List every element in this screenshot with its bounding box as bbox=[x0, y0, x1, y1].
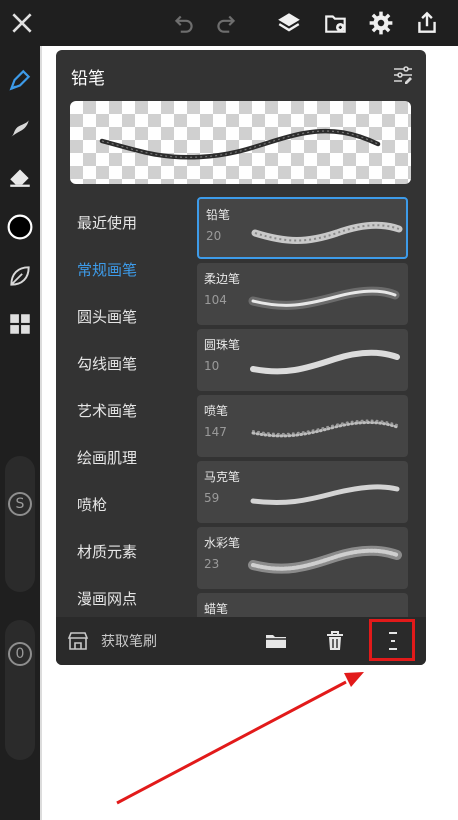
brush-item[interactable]: 圆珠笔 10 bbox=[197, 329, 408, 391]
brush-stroke-preview bbox=[251, 221, 403, 244]
category-screentone[interactable]: 漫画网点 bbox=[77, 588, 137, 609]
brush-item[interactable]: 马克笔 59 bbox=[197, 461, 408, 523]
eraser-icon[interactable] bbox=[4, 160, 36, 192]
annotation-highlight-box bbox=[369, 619, 415, 661]
canvas-edge bbox=[40, 46, 42, 820]
brush-pen-icon[interactable] bbox=[4, 64, 36, 96]
share-icon[interactable] bbox=[411, 7, 443, 39]
brush-size-slider[interactable]: S bbox=[5, 456, 35, 592]
left-toolbar: S 0 bbox=[0, 46, 40, 820]
brush-list: 铅笔 20 柔边笔 104 圆珠笔 10 喷笔 147 马克笔 59 水彩笔 2… bbox=[195, 195, 411, 617]
leaf-icon[interactable] bbox=[4, 260, 36, 292]
brush-item[interactable]: 喷笔 147 bbox=[197, 395, 408, 457]
panel-title: 铅笔 bbox=[71, 69, 105, 89]
get-brush-button[interactable]: 获取笔刷 bbox=[101, 631, 157, 651]
store-icon[interactable] bbox=[66, 629, 90, 653]
top-toolbar bbox=[0, 0, 458, 46]
size-badge: S bbox=[8, 492, 32, 516]
brush-stroke-preview bbox=[248, 286, 400, 310]
brush-stroke-preview bbox=[248, 545, 402, 574]
folder-icon[interactable] bbox=[262, 627, 290, 655]
category-list: 最近使用 常规画笔 圆头画笔 勾线画笔 艺术画笔 绘画肌理 喷枪 材质元素 漫画… bbox=[56, 196, 192, 616]
brush-stroke-preview bbox=[250, 484, 400, 506]
brush-size: 147 bbox=[204, 425, 227, 439]
brush-preview bbox=[70, 101, 411, 184]
brush-item[interactable]: 柔边笔 104 bbox=[197, 263, 408, 325]
color-swatch-icon[interactable] bbox=[4, 211, 36, 243]
brush-item[interactable]: 蜡笔 bbox=[197, 593, 408, 617]
brush-name: 喷笔 bbox=[204, 404, 229, 418]
import-icon[interactable] bbox=[320, 7, 352, 39]
trash-icon[interactable] bbox=[321, 627, 349, 655]
category-round[interactable]: 圆头画笔 bbox=[77, 306, 137, 327]
brush-size: 59 bbox=[204, 491, 220, 505]
category-recent[interactable]: 最近使用 bbox=[77, 212, 137, 233]
settings-gear-icon[interactable] bbox=[365, 7, 397, 39]
category-texture[interactable]: 绘画肌理 bbox=[77, 447, 137, 468]
brush-size: 10 bbox=[204, 359, 220, 373]
redo-icon[interactable] bbox=[210, 7, 242, 39]
category-regular[interactable]: 常规画笔 bbox=[77, 259, 137, 280]
layers-icon[interactable] bbox=[273, 7, 305, 39]
close-icon[interactable] bbox=[6, 7, 38, 39]
brush-item[interactable]: 铅笔 20 bbox=[197, 197, 408, 259]
opacity-badge: 0 bbox=[8, 642, 32, 666]
category-airbrush[interactable]: 喷枪 bbox=[77, 494, 107, 515]
brush-name: 铅笔 bbox=[206, 208, 231, 222]
category-lineart[interactable]: 勾线画笔 bbox=[77, 353, 137, 374]
brush-panel: 铅笔 最近使用 常规画笔 圆头画笔 勾线画笔 艺术画笔 绘画肌理 喷枪 材质元素… bbox=[56, 50, 426, 665]
undo-icon[interactable] bbox=[168, 7, 200, 39]
brush-name: 柔边笔 bbox=[204, 272, 241, 286]
brush-name: 水彩笔 bbox=[204, 536, 241, 550]
brush-size: 20 bbox=[206, 229, 222, 243]
brush-size: 104 bbox=[204, 293, 227, 307]
brush-stroke-preview bbox=[251, 419, 399, 438]
brush-settings-icon[interactable] bbox=[388, 60, 418, 90]
category-material[interactable]: 材质元素 bbox=[77, 541, 137, 562]
brush-name: 蜡笔 bbox=[204, 602, 229, 616]
brush-name: 圆珠笔 bbox=[204, 338, 241, 352]
smudge-icon[interactable] bbox=[4, 112, 36, 144]
opacity-slider[interactable]: 0 bbox=[5, 620, 35, 760]
brush-size: 23 bbox=[204, 557, 220, 571]
brush-name: 马克笔 bbox=[204, 470, 241, 484]
category-art[interactable]: 艺术画笔 bbox=[77, 400, 137, 421]
grid-menu-icon[interactable] bbox=[4, 308, 36, 340]
brush-item[interactable]: 水彩笔 23 bbox=[197, 527, 408, 589]
brush-stroke-preview bbox=[250, 349, 400, 375]
